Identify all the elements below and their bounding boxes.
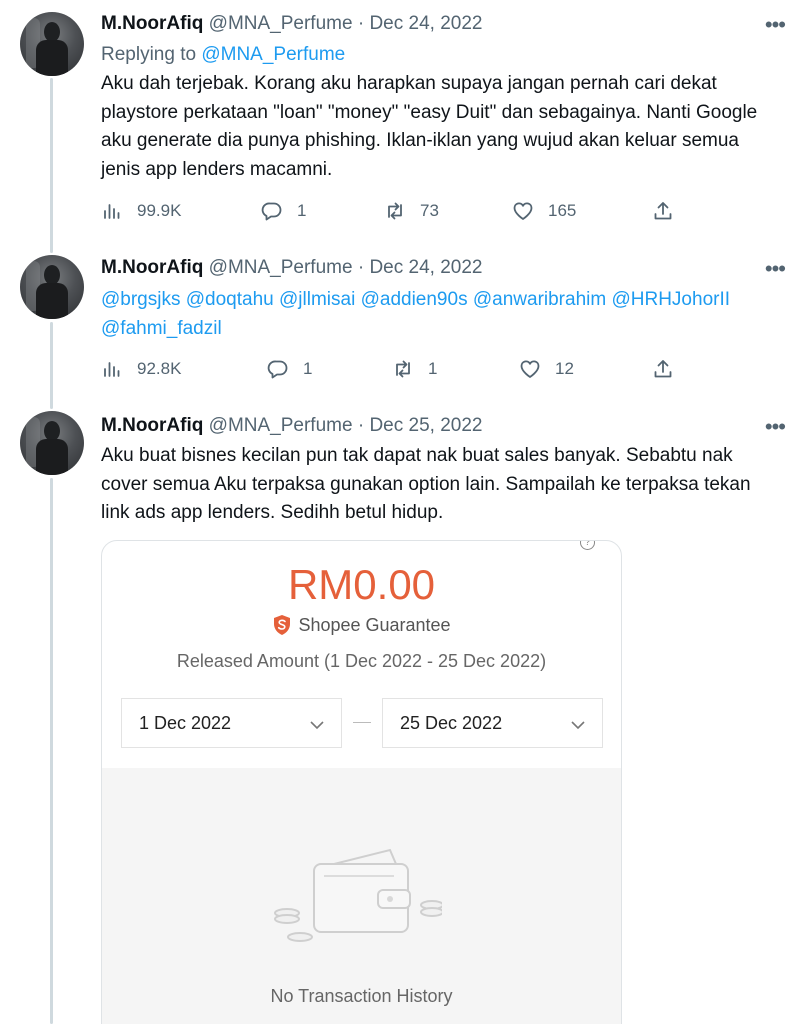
like-count: 165	[548, 201, 577, 220]
start-date-value: 1 Dec 2022	[139, 712, 232, 733]
tweet-date[interactable]: Dec 24, 2022	[369, 13, 482, 34]
tweet-text: Aku dah terjebak. Korang aku harapkan su…	[101, 73, 758, 180]
start-date-select[interactable]: 1 Dec 2022	[121, 698, 342, 748]
mention-link[interactable]: @brgsjks	[101, 289, 180, 310]
analytics-icon	[104, 362, 120, 377]
retweet-button[interactable]: 1	[392, 354, 437, 384]
tweet-header: M.NoorAfiq @MNA_Perfume · Dec 24, 2022	[101, 257, 482, 279]
mention-link[interactable]: @doqtahu	[186, 289, 274, 310]
end-date-select[interactable]: 25 Dec 2022	[382, 698, 603, 748]
guarantee-label: Shopee Guarantee	[298, 615, 451, 635]
retweet-icon	[396, 360, 410, 378]
share-icon	[654, 360, 672, 378]
views-button[interactable]: 92.8K	[101, 354, 181, 384]
tweet[interactable]: M.NoorAfiq @MNA_Perfume · Dec 24, 2022 •…	[0, 245, 809, 403]
date-range-separator	[353, 722, 371, 723]
tweet-header: M.NoorAfiq @MNA_Perfume · Dec 24, 2022	[101, 13, 482, 35]
retweet-button[interactable]: 73	[384, 196, 439, 226]
heart-icon	[520, 360, 540, 378]
reply-icon	[267, 360, 288, 379]
reply-icon	[261, 202, 282, 221]
reply-button[interactable]: 1	[261, 196, 306, 226]
empty-wallet-icon	[274, 848, 442, 942]
share-icon	[654, 202, 672, 220]
author-name[interactable]: M.NoorAfiq	[101, 13, 203, 34]
released-amount: RM0.00	[287, 561, 436, 608]
retweet-count: 73	[420, 201, 439, 220]
chevron-down-icon	[310, 721, 324, 730]
like-count: 12	[555, 359, 574, 378]
share-button[interactable]	[652, 354, 688, 384]
mention-link[interactable]: @fahmi_fadzil	[101, 318, 222, 339]
author-name[interactable]: M.NoorAfiq	[101, 257, 203, 278]
replying-to: Replying to @MNA_Perfume	[101, 44, 345, 66]
more-horizontal-icon[interactable]: •••	[765, 258, 786, 280]
like-button[interactable]: 165	[512, 196, 576, 226]
released-label: Released Amount (1 Dec 2022 - 25 Dec 202…	[176, 651, 547, 671]
separator: ·	[357, 13, 365, 34]
reply-handle-link[interactable]: @MNA_Perfume	[201, 44, 345, 65]
tweet[interactable]: M.NoorAfiq @MNA_Perfume · Dec 24, 2022 •…	[0, 0, 809, 245]
reply-button[interactable]: 1	[267, 354, 312, 384]
avatar[interactable]	[20, 411, 84, 475]
author-handle[interactable]: @MNA_Perfume	[209, 257, 353, 278]
retweet-count: 1	[428, 359, 438, 378]
tweet-text: Aku buat bisnes kecilan pun tak dapat na…	[101, 445, 751, 523]
heart-icon	[513, 202, 533, 220]
retweet-icon	[388, 202, 402, 220]
like-button[interactable]: 12	[519, 354, 574, 384]
avatar[interactable]	[20, 12, 84, 76]
tweet-date[interactable]: Dec 24, 2022	[369, 257, 482, 278]
embedded-screenshot[interactable]: ? RM0.00 Shopee Guarantee Released Amoun…	[101, 540, 622, 1024]
tweet-date[interactable]: Dec 25, 2022	[369, 415, 482, 436]
mention-link[interactable]: @jllmisai	[279, 289, 355, 310]
mention-list: @brgsjks @doqtahu @jllmisai @addien90s @…	[101, 286, 761, 343]
tweet-header: M.NoorAfiq @MNA_Perfume · Dec 25, 2022	[101, 415, 482, 437]
avatar[interactable]	[20, 255, 84, 319]
mention-link[interactable]: @anwaribrahim	[473, 289, 606, 310]
tweet-actions: 99.9K 1 73 165	[101, 196, 701, 226]
share-button[interactable]	[652, 196, 688, 226]
more-horizontal-icon[interactable]: •••	[765, 14, 786, 36]
analytics-icon	[104, 204, 120, 219]
reply-count: 1	[297, 201, 307, 220]
separator: ·	[357, 415, 365, 436]
reply-count: 1	[303, 359, 313, 378]
empty-state-label: No Transaction History	[270, 986, 453, 1006]
more-horizontal-icon[interactable]: •••	[765, 416, 786, 438]
shield-icon	[274, 615, 291, 635]
mention-link[interactable]: @addien90s	[361, 289, 468, 310]
end-date-value: 25 Dec 2022	[400, 712, 503, 733]
views-count: 99.9K	[137, 201, 182, 220]
views-count: 92.8K	[137, 359, 182, 378]
tweet-actions: 92.8K 1 1 12	[101, 354, 701, 384]
separator: ·	[357, 257, 365, 278]
help-icon: ?	[580, 541, 595, 550]
author-handle[interactable]: @MNA_Perfume	[209, 415, 353, 436]
reply-prefix: Replying to	[101, 44, 197, 65]
author-handle[interactable]: @MNA_Perfume	[209, 13, 353, 34]
views-button[interactable]: 99.9K	[101, 196, 181, 226]
mention-link[interactable]: @HRHJohorII	[611, 289, 730, 310]
chevron-down-icon	[571, 721, 585, 730]
shopee-guarantee: Shopee Guarantee	[102, 614, 621, 636]
author-name[interactable]: M.NoorAfiq	[101, 415, 203, 436]
